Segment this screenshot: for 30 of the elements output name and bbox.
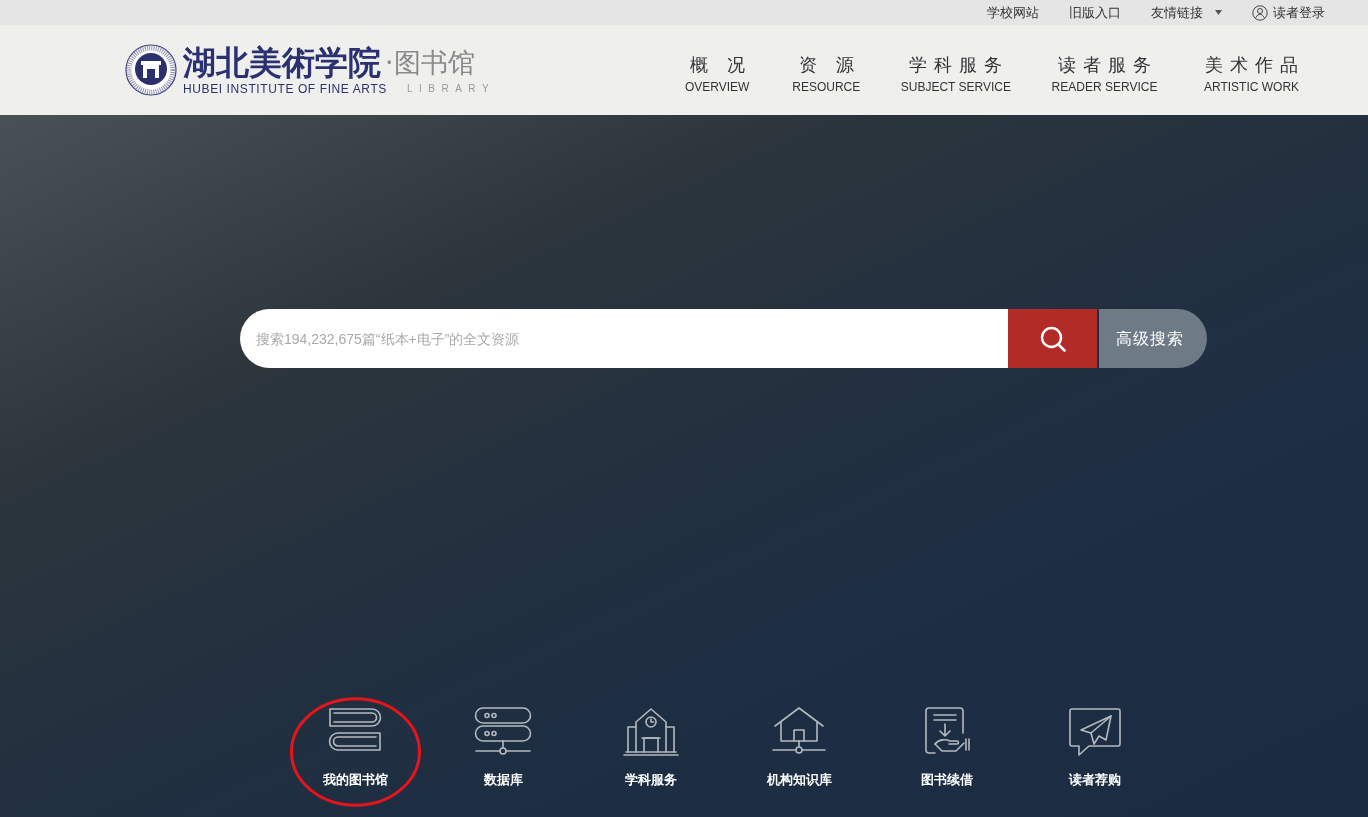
logo-library-subtitle: LIBRARY xyxy=(406,82,496,96)
quick-link[interactable]: 读者荐购 xyxy=(1021,705,1169,789)
logo-subtitle: HUBEI INSTITUTE OF FINE ARTS xyxy=(183,82,387,96)
caret-icon xyxy=(1215,10,1222,15)
nav-link[interactable]: 资 源 RESOURCE xyxy=(791,54,861,94)
quick-link[interactable]: 数据库 xyxy=(429,705,577,789)
search-icon xyxy=(1039,325,1066,352)
user-icon xyxy=(1252,4,1268,21)
database-icon xyxy=(474,705,532,757)
nav-link[interactable]: 学科服务 SUBJECT SERVICE xyxy=(900,54,1011,94)
top-link[interactable]: 学校网站 xyxy=(987,0,1039,25)
emblem-icon xyxy=(125,44,177,96)
nav-link[interactable]: 读者服务 READER SERVICE xyxy=(1051,54,1158,94)
top-link[interactable]: 友情链接 xyxy=(1151,0,1222,25)
logo-title: 湖北美術学院 xyxy=(183,44,381,82)
paper-plane-icon xyxy=(1066,705,1124,757)
quick-link[interactable]: 我的图书馆 xyxy=(281,705,429,789)
nav-link[interactable]: 美术作品 ARTISTIC WORK xyxy=(1198,54,1305,94)
quick-link[interactable]: 图书续借 xyxy=(873,705,1021,789)
top-link[interactable]: 旧版入口 xyxy=(1069,0,1121,25)
logo-library-title: ·图书馆 xyxy=(385,46,475,80)
nav-link[interactable]: 概 况 OVERVIEW xyxy=(682,54,752,94)
quick-link[interactable]: 机构知识库 xyxy=(725,705,873,789)
house-network-icon xyxy=(770,705,828,757)
search-button[interactable] xyxy=(1008,309,1097,368)
quick-link[interactable]: 学科服务 xyxy=(577,705,725,789)
search-field[interactable]: 搜索194,232,675篇“纸本+电子”的全文资源 xyxy=(240,309,1008,368)
top-link[interactable]: 读者登录 xyxy=(1252,0,1325,25)
school-building-icon xyxy=(622,705,680,757)
advanced-search-button[interactable]: 高级搜索 xyxy=(1099,309,1207,368)
